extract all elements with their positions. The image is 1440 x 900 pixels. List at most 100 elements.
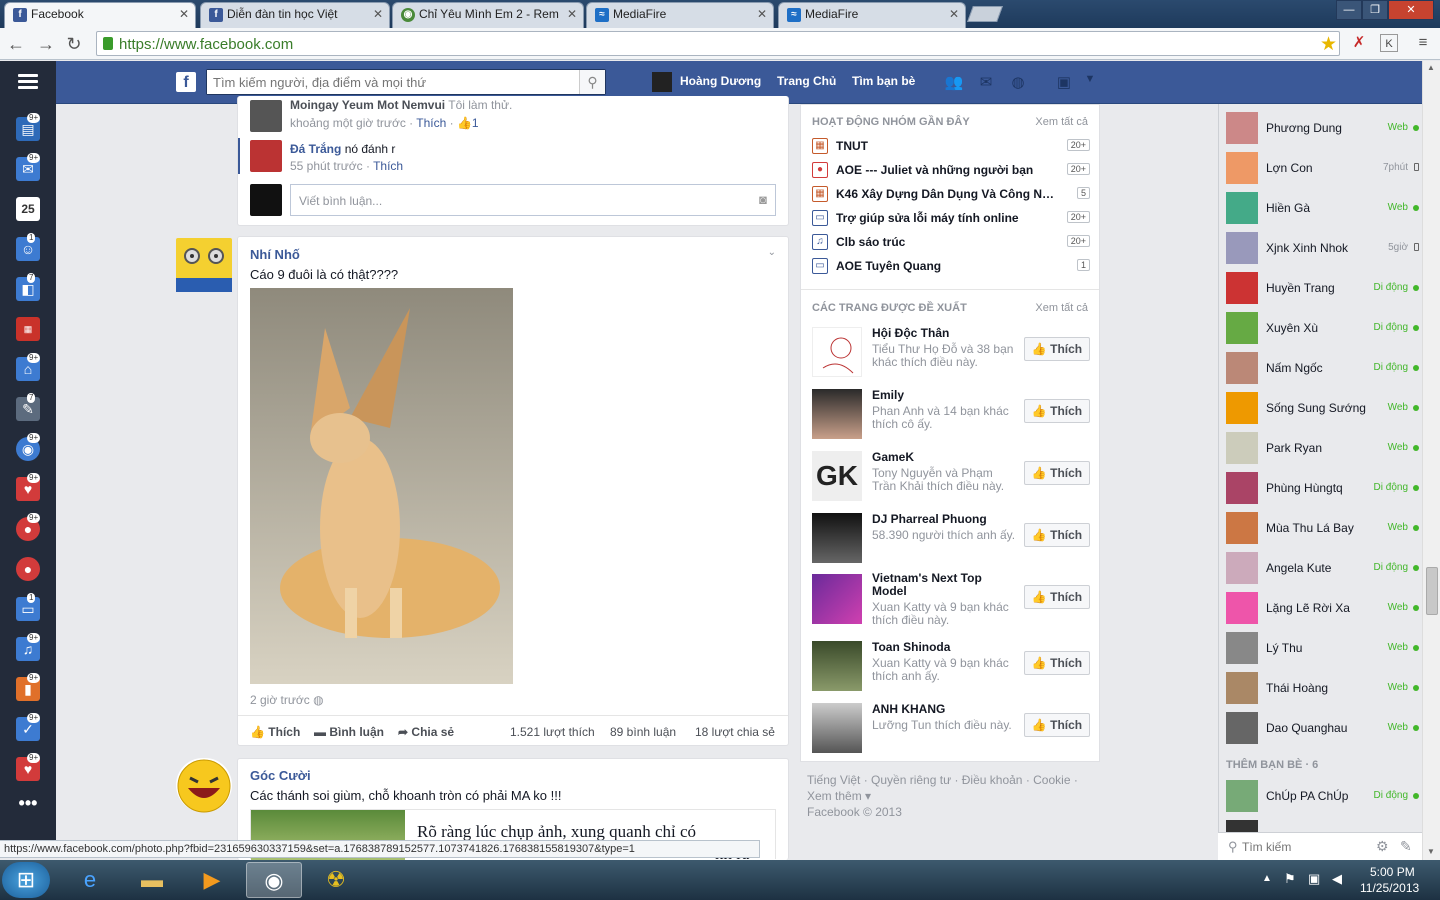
commenter-name[interactable]: Đá Trắng [290, 142, 341, 156]
page-avatar[interactable] [812, 574, 862, 624]
comment-input[interactable]: Viết bình luận... ◙ [290, 184, 776, 216]
game-taskbar-icon[interactable]: ☢ [308, 862, 364, 898]
shares-count[interactable]: 18 lượt chia sẻ [695, 725, 775, 739]
clock-date[interactable]: 11/25/2013 [1360, 881, 1419, 895]
clock-time[interactable]: 5:00 PM [1370, 865, 1415, 879]
chat-friend-item[interactable]: Park Ryan Web [1226, 428, 1422, 466]
flag-icon[interactable]: ⚑ [1284, 871, 1296, 887]
friend-requests-icon[interactable]: 👥 [944, 73, 964, 91]
back-icon[interactable]: ← [6, 34, 26, 54]
page-name[interactable]: Hội Độc Thân [872, 327, 1012, 340]
post-photo[interactable] [250, 288, 513, 684]
close-tab-icon[interactable]: ✕ [567, 7, 577, 21]
page-avatar[interactable] [812, 703, 862, 753]
internet-explorer-icon[interactable]: e [62, 862, 118, 898]
group-item[interactable]: ▦ K46 Xây Dựng Dân Dụng Và Công Ng... 5 [812, 183, 1090, 205]
chat-friend-item[interactable]: Phùng Hùngtq Di động [1226, 468, 1422, 506]
page-name[interactable]: Emily [872, 389, 1012, 402]
media-player-icon[interactable]: ▶ [184, 862, 240, 898]
group-item[interactable]: ● AOE --- Juliet và những người bạn 20+ [812, 159, 1090, 181]
chat-friend-item[interactable]: Lý Thu Web [1226, 628, 1422, 666]
post-author-name[interactable]: Góc Cười [250, 768, 311, 783]
page-like-button[interactable]: 👍 Thích [1024, 713, 1090, 737]
page-like-button[interactable]: 👍 Thích [1024, 585, 1090, 609]
groups-see-all-link[interactable]: Xem tất cả [1035, 116, 1088, 128]
scrollbar-thumb[interactable] [1426, 567, 1438, 615]
tab-facebook[interactable]: f Facebook ✕ [4, 2, 196, 29]
new-tab-button[interactable] [967, 6, 1003, 22]
volume-icon[interactable]: ◀ [1332, 871, 1342, 887]
page-name[interactable]: Toan Shinoda [872, 641, 1012, 654]
share-button[interactable]: ➦ Chia sẻ [398, 725, 454, 739]
close-tab-icon[interactable]: ✕ [949, 7, 959, 21]
chat-friend-item[interactable]: Thái Hoàng Web [1226, 668, 1422, 706]
page-name[interactable]: GameK [872, 451, 1012, 464]
hamburger-menu-icon[interactable] [18, 74, 38, 90]
search-icon[interactable]: ⚲ [579, 70, 605, 94]
reload-icon[interactable]: ↻ [64, 34, 84, 54]
chat-friend-item[interactable]: Dao Quanghau Web [1226, 708, 1422, 746]
page-name[interactable]: Vietnam's Next Top Model [872, 572, 1012, 598]
post-author-name[interactable]: Nhí Nhố [250, 247, 300, 262]
chat-friend-item[interactable]: ChÚp PA ChÚp Di động [1226, 776, 1422, 814]
more-apps-icon[interactable]: ••• [16, 791, 40, 815]
tab-dien-dan[interactable]: f Diễn đàn tin học Việt ✕ [200, 2, 390, 28]
file-explorer-icon[interactable]: ▬ [124, 862, 180, 898]
forward-icon[interactable]: → [36, 34, 56, 54]
chat-friend-item[interactable]: Phương Dung Web [1226, 108, 1422, 146]
profile-link[interactable]: Hoàng Dương [680, 74, 761, 88]
page-scrollbar[interactable]: ▲ ▼ [1422, 61, 1440, 860]
chat-friend-item[interactable]: Hiền Gà Web [1226, 188, 1422, 226]
group-item[interactable]: ▭ Trợ giúp sửa lỗi máy tính online 20+ [812, 207, 1090, 229]
game-icon[interactable]: ▦ [16, 317, 40, 341]
page-like-button[interactable]: 👍 Thích [1024, 651, 1090, 675]
scroll-down-icon[interactable]: ▼ [1427, 847, 1435, 856]
chrome-taskbar-icon[interactable]: ◉ [246, 862, 302, 898]
post-options-chevron-icon[interactable]: ⌄ [768, 247, 776, 258]
tab-mediafire-1[interactable]: ≈ MediaFire ✕ [586, 2, 774, 28]
page-like-button[interactable]: 👍 Thích [1024, 337, 1090, 361]
chat-friend-item[interactable]: Xjnk Xinh Nhok 5giờ [1226, 228, 1422, 266]
chat-friend-item[interactable]: Xuyên Xù Di động [1226, 308, 1422, 346]
close-tab-icon[interactable]: ✕ [373, 7, 383, 21]
chat-friend-item[interactable]: Lợn Con 7phút [1226, 148, 1422, 186]
comment-like-link[interactable]: Thích [373, 159, 403, 173]
chat-friend-item[interactable]: Nấm Ngốc Di động [1226, 348, 1422, 386]
privacy-icon[interactable]: ▣ [1054, 73, 1074, 91]
start-button-icon[interactable]: ⊞ [2, 862, 50, 898]
page-avatar[interactable] [812, 513, 862, 563]
commenter-name[interactable]: Moingay Yeum Mot Nemvui [290, 98, 445, 112]
camera-icon[interactable]: ◙ [759, 192, 767, 207]
apple-icon[interactable]: ● [16, 557, 40, 581]
pages-see-all-link[interactable]: Xem tất cả [1035, 302, 1088, 314]
page-like-button[interactable]: 👍 Thích [1024, 523, 1090, 547]
comments-count[interactable]: 89 bình luận [610, 725, 676, 739]
page-avatar[interactable] [812, 327, 862, 377]
gear-icon[interactable]: ⚙ [1376, 838, 1389, 855]
notifications-globe-icon[interactable]: ◍ [1008, 73, 1028, 91]
extension-k-icon[interactable]: K [1380, 34, 1398, 52]
chat-friend-item[interactable]: Huyền Trang Di động [1226, 268, 1422, 306]
footer-links[interactable]: Tiếng Việt · Quyền riêng tư · Điều khoản… [807, 772, 1097, 788]
close-tab-icon[interactable]: ✕ [179, 7, 189, 21]
chat-search-input[interactable] [1242, 837, 1362, 857]
post-author-avatar[interactable] [176, 238, 232, 292]
find-friends-link[interactable]: Tìm bạn bè [852, 74, 915, 88]
facebook-logo-icon[interactable]: f [176, 72, 196, 92]
group-item[interactable]: ♫ Clb sáo trúc 20+ [812, 231, 1090, 253]
page-like-button[interactable]: 👍 Thích [1024, 399, 1090, 423]
page-like-button[interactable]: 👍 Thích [1024, 461, 1090, 485]
group-item[interactable]: ▦ TNUT 20+ [812, 135, 1090, 157]
window-close-button[interactable]: ✕ [1388, 0, 1434, 20]
close-tab-icon[interactable]: ✕ [757, 7, 767, 21]
page-avatar[interactable] [812, 641, 862, 691]
footer-see-more-link[interactable]: Xem thêm ▾ [807, 788, 1097, 804]
chat-friend-item[interactable]: Lặng Lẽ Rời Xa Web [1226, 588, 1422, 626]
messages-icon[interactable]: ✉ [976, 73, 996, 91]
extension-icon[interactable]: ✗ [1350, 34, 1368, 52]
comment-button[interactable]: ▬ Bình luận [314, 725, 384, 739]
tab-mediafire-2[interactable]: ≈ MediaFire ✕ [778, 2, 966, 28]
likes-count[interactable]: 1.521 lượt thích [510, 725, 595, 739]
page-name[interactable]: ANH KHANG [872, 703, 1012, 716]
comment-like-link[interactable]: Thích [416, 116, 446, 130]
